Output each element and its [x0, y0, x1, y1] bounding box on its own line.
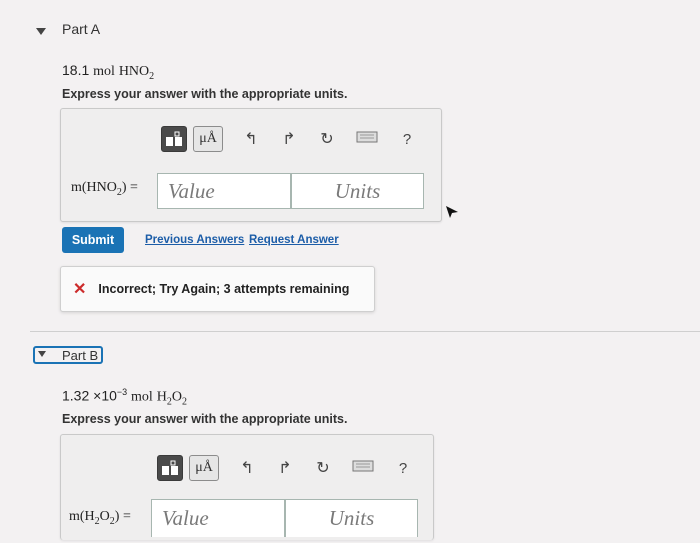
- error-icon: ✕: [73, 281, 87, 298]
- reset-icon[interactable]: ↻: [313, 458, 333, 478]
- keyboard-icon[interactable]: [351, 459, 375, 477]
- part-a-problem: 18.1 mol HNO2: [62, 62, 155, 82]
- value-input[interactable]: Value: [157, 173, 291, 209]
- undo-icon[interactable]: ↰: [237, 458, 257, 478]
- part-b-toolbar: μÅ ↰ ↱ ↻ ?: [157, 455, 413, 481]
- units-glyph: μÅ: [195, 460, 213, 475]
- part-a-equation-label: m(HNO2) =: [71, 180, 138, 198]
- part-a-title[interactable]: Part A: [62, 21, 100, 37]
- redo-icon[interactable]: ↱: [279, 129, 299, 149]
- part-a-instruction: Express your answer with the appropriate…: [62, 87, 348, 101]
- previous-answers-link[interactable]: Previous Answers: [145, 234, 244, 246]
- submit-button[interactable]: Submit: [62, 227, 124, 253]
- feedback-text: Incorrect; Try Again; 3 attempts remaini…: [98, 282, 350, 296]
- part-b-title[interactable]: Part B: [62, 348, 98, 363]
- redo-icon[interactable]: ↱: [275, 458, 295, 478]
- templates-icon: [166, 131, 182, 146]
- keyboard-icon[interactable]: [355, 130, 379, 148]
- part-b-equation-label: m(H2O2) =: [69, 509, 131, 527]
- collapse-part-b-icon[interactable]: [38, 351, 46, 357]
- templates-button[interactable]: [161, 126, 187, 152]
- units-button[interactable]: μÅ: [189, 455, 219, 481]
- templates-icon: [162, 460, 178, 475]
- undo-icon[interactable]: ↰: [241, 129, 261, 149]
- feedback-box: ✕ Incorrect; Try Again; 3 attempts remai…: [60, 266, 375, 312]
- reset-icon[interactable]: ↻: [317, 129, 337, 149]
- help-icon[interactable]: ?: [393, 460, 413, 477]
- section-divider: [30, 331, 700, 332]
- help-icon[interactable]: ?: [397, 131, 417, 148]
- units-glyph: μÅ: [199, 131, 217, 146]
- part-a-answer-panel: μÅ ↰ ↱ ↻ ? m(HNO2) = Value Units: [60, 108, 442, 222]
- part-b-instruction: Express your answer with the appropriate…: [62, 412, 348, 426]
- units-button[interactable]: μÅ: [193, 126, 223, 152]
- templates-button[interactable]: [157, 455, 183, 481]
- part-b-problem: 1.32 ×10−3 mol H2O2: [62, 387, 187, 408]
- collapse-part-a-icon[interactable]: [36, 28, 46, 35]
- mouse-cursor-icon: [446, 206, 458, 218]
- units-input[interactable]: Units: [291, 173, 424, 209]
- part-b-answer-panel: μÅ ↰ ↱ ↻ ? m(H2O2) = Value Units: [60, 434, 434, 540]
- part-a-toolbar: μÅ ↰ ↱ ↻ ?: [161, 126, 417, 152]
- units-input[interactable]: Units: [285, 499, 418, 537]
- value-input[interactable]: Value: [151, 499, 285, 537]
- request-answer-link[interactable]: Request Answer: [249, 234, 339, 246]
